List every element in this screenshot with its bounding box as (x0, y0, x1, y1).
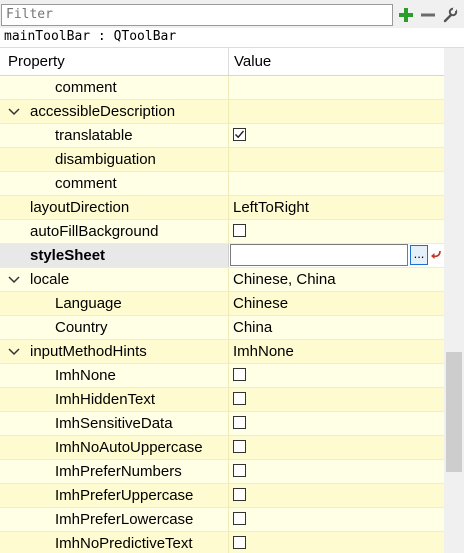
plus-icon[interactable] (396, 5, 416, 25)
property-row[interactable]: ImhPreferLowercase (0, 508, 444, 532)
property-value-cell[interactable] (228, 124, 444, 147)
property-row[interactable]: ImhPreferNumbers (0, 460, 444, 484)
property-value-cell[interactable]: LeftToRight (228, 196, 444, 219)
property-row[interactable]: ImhNoPredictiveText (0, 532, 444, 553)
scrollbar-thumb[interactable] (446, 352, 462, 472)
value-column-header[interactable]: Value (234, 48, 271, 75)
property-name: ImhNoPredictiveText (55, 535, 193, 552)
property-row[interactable]: disambiguation (0, 148, 444, 172)
property-value: China (233, 319, 273, 336)
property-row[interactable]: ImhNoAutoUppercase (0, 436, 444, 460)
property-value-cell[interactable] (228, 100, 444, 123)
property-row[interactable]: autoFillBackground (0, 220, 444, 244)
property-name: ImhSensitiveData (55, 415, 173, 432)
property-value-cell[interactable] (228, 508, 444, 531)
filter-toolbar (0, 4, 464, 28)
imhpreferuppercase-checkbox[interactable] (233, 488, 246, 501)
property-name: translatable (55, 127, 133, 144)
property-value-cell[interactable] (228, 76, 444, 99)
property-name: ImhPreferNumbers (55, 463, 182, 480)
property-value-cell[interactable] (228, 460, 444, 483)
chevron-down-icon[interactable] (8, 347, 20, 357)
property-row[interactable]: comment (0, 76, 444, 100)
property-rows: comment accessibleDescription translatab… (0, 76, 444, 553)
property-name: locale (30, 271, 70, 288)
imhprefernumbers-checkbox[interactable] (233, 464, 246, 477)
property-name: comment (55, 175, 117, 192)
property-value: LeftToRight (233, 199, 309, 216)
property-value-cell[interactable] (228, 172, 444, 195)
minus-icon[interactable] (418, 5, 438, 25)
property-value-cell[interactable] (228, 532, 444, 553)
property-name: ImhPreferUppercase (55, 487, 194, 504)
column-separator[interactable] (228, 48, 229, 75)
property-value-cell[interactable] (228, 220, 444, 243)
imhnone-checkbox[interactable] (233, 368, 246, 381)
property-value-cell[interactable] (228, 412, 444, 435)
property-value: Chinese (233, 295, 289, 312)
property-row[interactable]: comment (0, 172, 444, 196)
property-name: layoutDirection (30, 199, 130, 216)
imhpreferlowercase-checkbox[interactable] (233, 512, 246, 525)
filter-input[interactable] (1, 4, 393, 26)
property-row[interactable]: accessibleDescription (0, 100, 444, 124)
property-row[interactable]: Language Chinese (0, 292, 444, 316)
property-value-cell[interactable]: Chinese (228, 292, 444, 315)
property-table-header: Property Value (0, 48, 444, 76)
stylesheet-input[interactable] (230, 244, 408, 266)
autofillbackground-checkbox[interactable] (233, 224, 246, 237)
property-name: Language (55, 295, 122, 312)
imhhiddentext-checkbox[interactable] (233, 392, 246, 405)
property-row[interactable]: inputMethodHints ImhNone (0, 340, 444, 364)
property-row[interactable]: locale Chinese, China (0, 268, 444, 292)
property-row[interactable]: ImhHiddenText (0, 388, 444, 412)
property-name: ImhHiddenText (55, 391, 156, 408)
property-name: disambiguation (55, 151, 156, 168)
property-name: ImhPreferLowercase (55, 511, 194, 528)
checkmark-icon (235, 130, 245, 139)
property-value-cell[interactable]: ... (228, 244, 444, 267)
property-value-cell[interactable] (228, 364, 444, 387)
property-name: Country (55, 319, 108, 336)
property-row[interactable]: translatable (0, 124, 444, 148)
property-value: ImhNone (233, 343, 294, 360)
property-value: Chinese, China (233, 271, 336, 288)
property-value-cell[interactable]: Chinese, China (228, 268, 444, 291)
property-value-cell[interactable] (228, 148, 444, 171)
property-value-cell[interactable] (228, 436, 444, 459)
property-name: ImhNoAutoUppercase (55, 439, 203, 456)
property-name: ImhNone (55, 367, 116, 384)
property-row[interactable]: ImhNone (0, 364, 444, 388)
property-name: inputMethodHints (30, 343, 147, 360)
property-value-cell[interactable] (228, 484, 444, 507)
property-row[interactable]: styleSheet ... (0, 244, 444, 268)
property-row[interactable]: ImhPreferUppercase (0, 484, 444, 508)
chevron-down-icon[interactable] (8, 107, 20, 117)
translatable-checkbox[interactable] (233, 128, 246, 141)
imhnoautouppercase-checkbox[interactable] (233, 440, 246, 453)
property-row[interactable]: layoutDirection LeftToRight (0, 196, 444, 220)
property-name: accessibleDescription (30, 103, 176, 120)
property-row[interactable]: ImhSensitiveData (0, 412, 444, 436)
chevron-down-icon[interactable] (8, 275, 20, 285)
property-name: autoFillBackground (30, 223, 159, 240)
wrench-icon[interactable] (440, 5, 460, 25)
imhsensitivedata-checkbox[interactable] (233, 416, 246, 429)
imhnopredictivetext-checkbox[interactable] (233, 536, 246, 549)
vertical-scrollbar[interactable] (444, 48, 464, 553)
property-value-cell[interactable]: ImhNone (228, 340, 444, 363)
property-name: comment (55, 79, 117, 96)
property-row[interactable]: Country China (0, 316, 444, 340)
property-column-header[interactable]: Property (8, 48, 65, 75)
edit-stylesheet-button[interactable]: ... (410, 245, 428, 265)
property-value-cell[interactable] (228, 388, 444, 411)
property-name: styleSheet (30, 247, 106, 264)
reset-arrow-icon[interactable] (430, 247, 443, 263)
object-class-label: mainToolBar : QToolBar (0, 28, 464, 48)
property-value-cell[interactable]: China (228, 316, 444, 339)
